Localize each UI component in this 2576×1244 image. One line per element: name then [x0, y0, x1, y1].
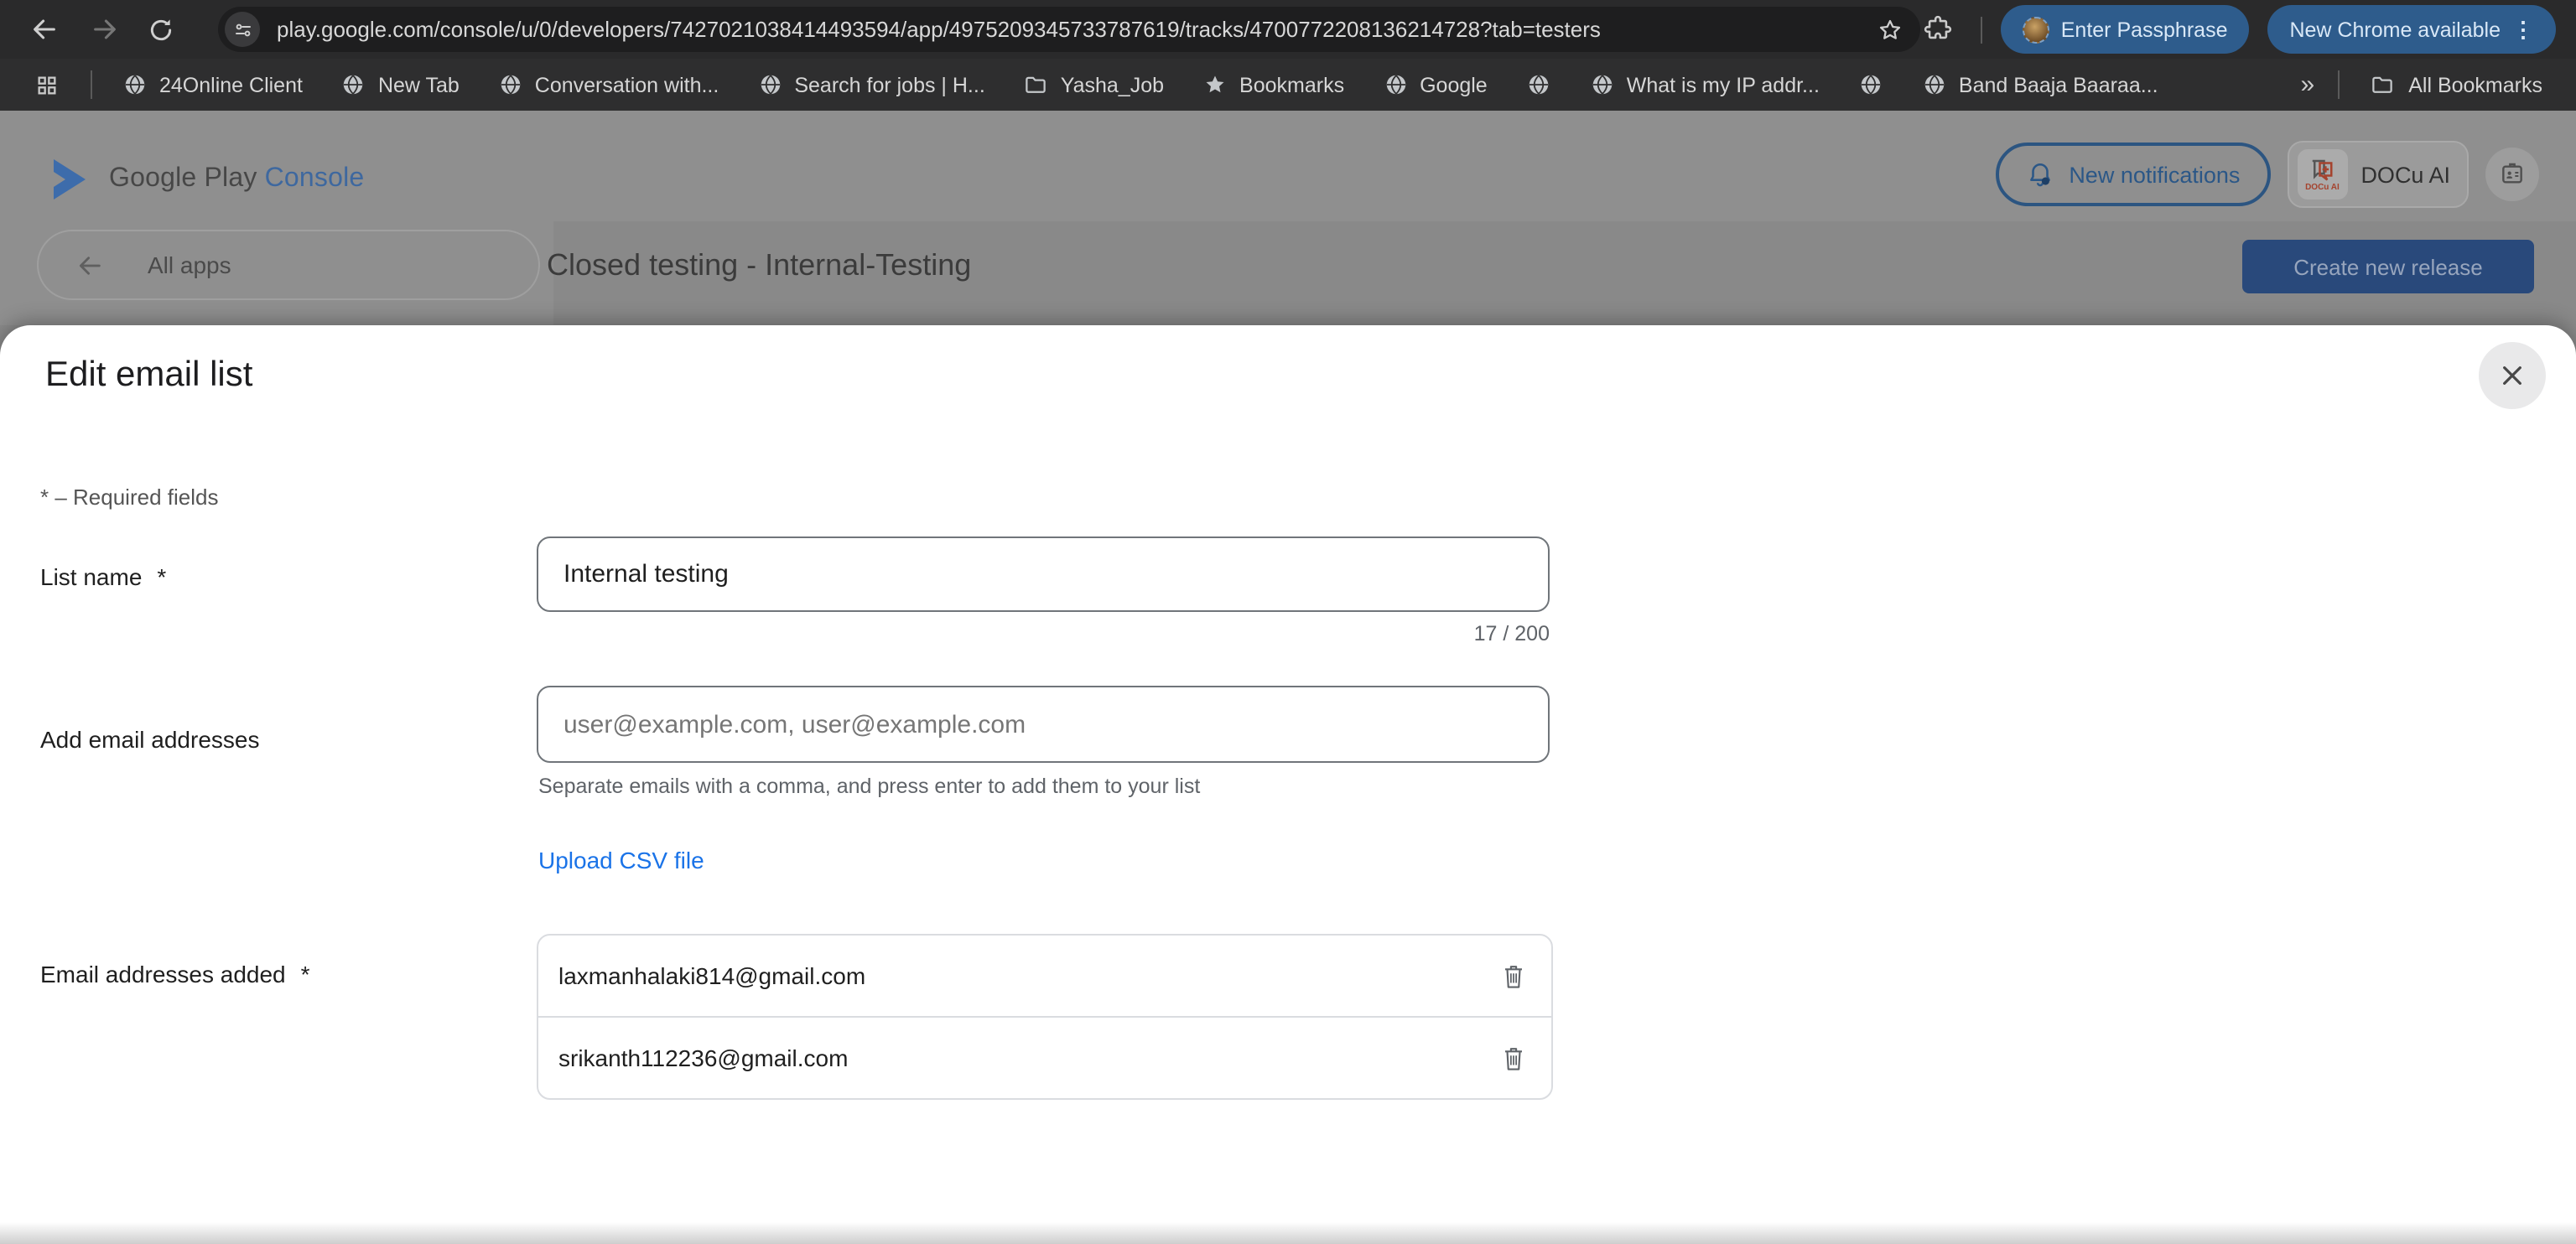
globe-icon	[1922, 72, 1947, 97]
bookmarks-bar: 24Online Client New Tab Conversation with.…	[0, 59, 2576, 111]
edit-email-list-modal: Edit email list * – Required fields List…	[0, 325, 2576, 1244]
extension-badge-icon[interactable]	[2485, 148, 2539, 201]
add-email-addresses-input[interactable]	[537, 686, 1550, 763]
bookmark-item[interactable]: Google	[1383, 72, 1488, 97]
bookmark-item[interactable]	[1858, 72, 1883, 97]
character-counter: 17 / 200	[537, 622, 1550, 645]
email-helper-text: Separate emails with a comma, and press …	[538, 775, 1200, 798]
bookmark-label: Band Baaja Baaraa...	[1959, 73, 2158, 96]
address-bar[interactable]: play.google.com/console/u/0/developers/7…	[218, 7, 1920, 52]
bookmark-item[interactable]	[1526, 72, 1551, 97]
bookmark-star-icon[interactable]	[1877, 16, 1903, 43]
play-console-logo: Google Play Console	[50, 158, 364, 201]
docu-ai-logo-icon: DOCu AI	[2297, 149, 2347, 200]
bookmark-item[interactable]: Search for jobs | H...	[757, 72, 984, 97]
back-icon[interactable]	[20, 6, 67, 53]
new-chrome-available-button[interactable]: New Chrome available ⋮	[2267, 5, 2556, 54]
bookmark-label: Bookmarks	[1239, 73, 1344, 96]
enter-passphrase-label: Enter Passphrase	[2061, 18, 2228, 41]
required-asterisk: *	[157, 563, 166, 590]
globe-icon	[1858, 72, 1883, 97]
bookmark-label: New Tab	[378, 73, 460, 96]
profile-avatar	[2023, 16, 2049, 43]
bookmarks-divider	[91, 70, 92, 99]
list-name-input[interactable]	[537, 536, 1550, 612]
bell-icon	[2025, 160, 2054, 189]
trash-icon	[1500, 962, 1525, 990]
enter-passphrase-button[interactable]: Enter Passphrase	[2001, 5, 2250, 54]
globe-icon	[341, 72, 366, 97]
bookmark-label: What is my IP addr...	[1627, 73, 1820, 96]
create-new-release-button[interactable]: Create new release	[2242, 240, 2534, 293]
required-asterisk: *	[301, 961, 310, 987]
bookmark-item[interactable]: Bookmarks	[1202, 72, 1344, 97]
bookmark-item[interactable]: Band Baaja Baaraa...	[1922, 72, 2158, 97]
bookmark-label: Search for jobs | H...	[794, 73, 984, 96]
added-emails-list: laxmanhalaki814@gmail.com srikanth112236@…	[537, 934, 1553, 1100]
play-triangle-icon	[50, 158, 91, 201]
globe-icon	[1383, 72, 1408, 97]
page-title: Closed testing - Internal-Testing	[547, 248, 971, 283]
docu-ai-badge-text: DOCu AI	[2305, 182, 2340, 192]
globe-icon	[757, 72, 782, 97]
folder-icon	[1024, 72, 1049, 97]
bookmarks-list: 24Online Client New Tab Conversation with.…	[122, 72, 2158, 97]
bookmarks-overflow-chevron[interactable]: »	[2298, 70, 2319, 99]
brand-console: Console	[265, 164, 365, 193]
email-row: laxmanhalaki814@gmail.com	[538, 936, 1551, 1018]
back-arrow-icon	[75, 251, 104, 279]
globe-icon	[1526, 72, 1551, 97]
menu-dots-icon[interactable]: ⋮	[2512, 18, 2534, 40]
delete-email-button[interactable]	[1484, 947, 1541, 1004]
all-apps-label: All apps	[148, 251, 231, 278]
bookmarks-divider-right	[2338, 70, 2340, 99]
close-icon[interactable]	[2479, 342, 2546, 409]
toolbar-divider	[1981, 16, 1982, 43]
add-email-addresses-label: Add email addresses	[40, 726, 260, 753]
bookmark-label: Conversation with...	[535, 73, 719, 96]
all-bookmarks-label: All Bookmarks	[2408, 73, 2542, 96]
bookmark-item[interactable]: New Tab	[341, 72, 460, 97]
reload-icon[interactable]	[138, 6, 184, 53]
globe-icon	[1590, 72, 1615, 97]
email-row: srikanth112236@gmail.com	[538, 1018, 1551, 1098]
new-notifications-button[interactable]: New notifications	[1995, 143, 2270, 206]
bookmark-item[interactable]: Conversation with...	[498, 72, 719, 97]
docu-ai-label: DOCu AI	[2360, 162, 2450, 187]
globe-icon	[498, 72, 523, 97]
browser-toolbar: play.google.com/console/u/0/developers/7…	[0, 0, 2576, 59]
docu-ai-button[interactable]: DOCu AI DOCu AI	[2287, 141, 2469, 208]
extensions-icon[interactable]	[1915, 6, 1962, 53]
bookmark-label: 24Online Client	[159, 73, 303, 96]
delete-email-button[interactable]	[1484, 1029, 1541, 1086]
new-notifications-label: New notifications	[2069, 162, 2240, 187]
folder-icon	[2370, 72, 2395, 97]
brand-google-play: Google Play	[109, 164, 257, 193]
email-addresses-added-label: Email addresses added*	[40, 961, 310, 987]
all-bookmarks-button[interactable]: All Bookmarks	[2360, 70, 2553, 99]
url-text: play.google.com/console/u/0/developers/7…	[277, 17, 1877, 42]
bookmark-label: Google	[1420, 73, 1488, 96]
bookmark-item[interactable]: What is my IP addr...	[1590, 72, 1820, 97]
upload-csv-link[interactable]: Upload CSV file	[538, 847, 704, 873]
email-address: srikanth112236@gmail.com	[558, 1044, 1484, 1071]
site-settings-icon[interactable]	[225, 12, 260, 47]
email-address: laxmanhalaki814@gmail.com	[558, 962, 1484, 989]
screen: play.google.com/console/u/0/developers/7…	[0, 0, 2576, 1244]
modal-title: Edit email list	[45, 355, 252, 396]
globe-icon	[122, 72, 148, 97]
list-name-label: List name*	[40, 563, 166, 590]
bookmark-label: Yasha_Job	[1061, 73, 1164, 96]
all-apps-back-button[interactable]: All apps	[37, 230, 540, 300]
forward-icon[interactable]	[80, 6, 127, 53]
trash-icon	[1500, 1044, 1525, 1072]
star-icon	[1202, 72, 1228, 97]
bookmark-item[interactable]: 24Online Client	[122, 72, 303, 97]
apps-grid-icon[interactable]	[23, 61, 70, 108]
required-fields-note: * – Required fields	[40, 485, 218, 510]
bookmark-item[interactable]: Yasha_Job	[1024, 72, 1164, 97]
new-chrome-label: New Chrome available	[2289, 18, 2501, 41]
